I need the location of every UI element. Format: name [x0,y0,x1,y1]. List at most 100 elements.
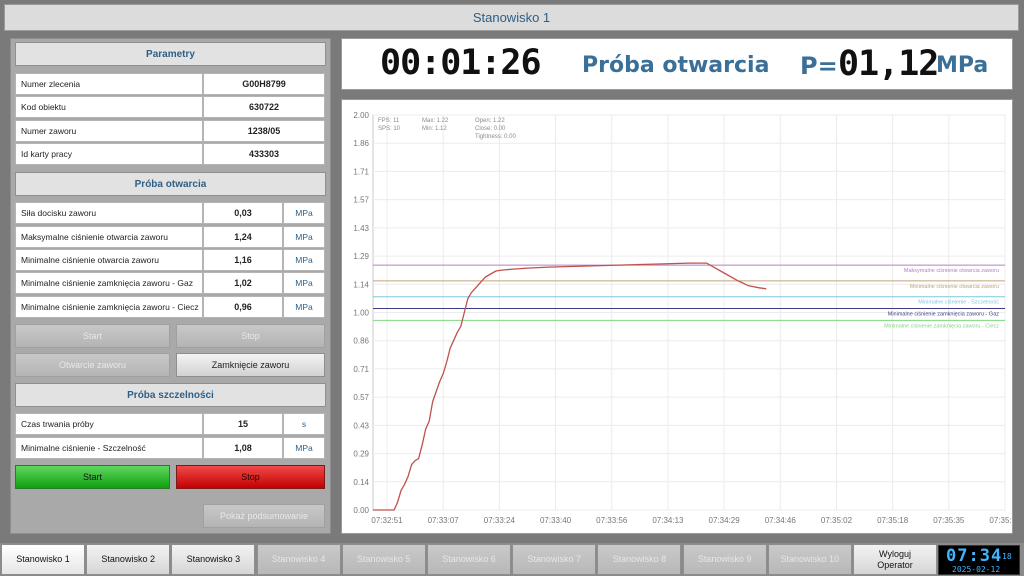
tab-stanowisko-3[interactable]: Stanowisko 3 [171,544,256,575]
open-test-row: Siła docisku zaworu 0,03 MPa [15,202,325,224]
tight-test-label: Minimalne ciśnienie - Szczelność [15,437,203,459]
window-title: Stanowisko 1 [4,4,1019,31]
tight-test-unit: MPa [283,437,325,459]
params-row: Kod obiektu 630722 [15,96,325,118]
open-test-value: 1,24 [203,226,283,248]
param-label: Numer zlecenia [15,73,203,95]
x-tick-label: 07:33:56 [596,516,628,525]
param-value: G00H8799 [203,73,325,95]
logout-button[interactable]: Wyloguj Operator [853,544,937,575]
params-row: Numer zlecenia G00H8799 [15,73,325,95]
y-tick-label: 2.00 [353,111,369,120]
params-header-text: Parametry [146,48,195,60]
y-tick-label: 0.71 [353,365,369,374]
tight-test-header: Próba szczelności [15,383,326,407]
open-test-value: 1,02 [203,272,283,294]
show-summary-button[interactable]: Pokaż podsumowanie [203,504,325,528]
x-tick-label: 07:33:07 [428,516,460,525]
x-tick-label: 07:34:13 [652,516,684,525]
param-label: Kod obiektu [15,96,203,118]
threshold-label: Minimalne ciśnienie zamknięcia zaworu - … [884,323,999,329]
tab-stanowisko-6[interactable]: Stanowisko 6 [427,544,511,575]
open-test-value: 0,03 [203,202,283,224]
clock-seconds: 18 [1002,552,1012,561]
clock-time: 07:34 [946,546,1003,566]
stat-close: Close: 0.00 [475,126,506,132]
tab-stanowisko-9[interactable]: Stanowisko 9 [682,544,767,575]
open-test-unit: MPa [283,249,325,271]
tight-test-stop-button[interactable]: Stop [176,465,325,489]
param-label: Numer zaworu [15,120,203,142]
y-tick-label: 1.86 [353,139,369,148]
tab-stanowisko-8[interactable]: Stanowisko 8 [597,544,682,575]
tab-stanowisko-4[interactable]: Stanowisko 4 [256,544,341,575]
stat-sps: SPS: 10 [378,126,401,132]
y-tick-label: 0.14 [353,478,369,487]
open-test-label: Maksymalne ciśnienie otwarcia zaworu [15,226,203,248]
y-tick-label: 0.86 [353,337,369,346]
y-axis-ticks: 0.00 0.14 0.29 0.43 0.57 0.71 0.86 1.00 1.14 1.29… [353,111,369,515]
threshold-label: Maksymalne ciśnienie otwarcia zaworu [904,268,999,274]
stat-min: Min: 1.12 [422,126,447,132]
window-title-text: Stanowisko 1 [472,10,551,25]
pressure-chart-svg: Maksymalne ciśnienie otwarcia zaworu Mini… [353,111,1012,525]
tight-test-start-button[interactable]: Start [15,465,170,489]
x-tick-label: 07:32:51 [371,516,403,525]
y-tick-label: 1.00 [353,309,369,318]
x-tick-label: 07:35:02 [821,516,853,525]
open-test-unit: MPa [283,202,325,224]
param-value: 433303 [203,143,325,165]
param-label: Id karty pracy [15,143,203,165]
y-tick-label: 0.43 [353,421,369,430]
logout-line1: Wyloguj [879,548,911,559]
y-tick-label: 0.00 [353,506,369,515]
open-test-start-button[interactable]: Start [15,324,170,348]
x-tick-label: 07:33:40 [540,516,572,525]
open-test-row: Minimalne ciśnienie zamknięcia zaworu - … [15,296,325,318]
open-test-header-text: Próba otwarcia [134,178,207,190]
tab-stanowisko-1[interactable]: Stanowisko 1 [1,544,85,575]
pressure-label: P= [800,52,838,80]
status-panel: 00:01:26 Próba otwarcia P= 01,12 MPa [341,38,1013,90]
open-test-stop-button[interactable]: Stop [176,324,325,348]
pressure-unit: MPa [936,53,989,78]
x-tick-label: 07:33:24 [484,516,516,525]
tight-test-value: 1,08 [203,437,283,459]
pressure-chart: Maksymalne ciśnienie otwarcia zaworu Mini… [341,99,1013,534]
tab-stanowisko-2[interactable]: Stanowisko 2 [86,544,171,575]
open-test-unit: MPa [283,272,325,294]
close-valve-button[interactable]: Zamknięcie zaworu [176,353,325,377]
y-tick-label: 1.57 [353,196,369,205]
open-test-label: Minimalne ciśnienie otwarcia zaworu [15,249,203,271]
pressure-value: 01,12 [838,44,939,84]
stat-open: Open: 1.22 [475,118,505,124]
open-test-label: Minimalne ciśnienie zamknięcia zaworu - … [15,296,203,318]
open-test-row: Minimalne ciśnienie zamknięcia zaworu - … [15,272,325,294]
x-tick-label: 07:35:18 [877,516,909,525]
test-mode: Próba otwarcia [582,53,770,78]
open-test-label: Minimalne ciśnienie zamknięcia zaworu - … [15,272,203,294]
threshold-label: Minimalne ciśnienie - Szczelność [918,300,999,306]
open-test-header: Próba otwarcia [15,172,326,196]
y-tick-label: 0.29 [353,450,369,459]
tight-test-value: 15 [203,413,283,435]
test-timer: 00:01:26 [380,43,542,83]
tab-stanowisko-10[interactable]: Stanowisko 10 [767,544,852,575]
tab-stanowisko-7[interactable]: Stanowisko 7 [512,544,597,575]
x-tick-label: 07:34:46 [765,516,797,525]
param-value: 1238/05 [203,120,325,142]
y-tick-label: 1.43 [353,224,369,233]
x-tick-label: 07:35:51 [989,516,1012,525]
tab-stanowisko-5[interactable]: Stanowisko 5 [341,544,426,575]
x-axis-ticks: 07:32:51 07:33:07 07:33:24 07:33:40 07:33:56… [371,516,1012,525]
open-valve-button[interactable]: Otwarcie zaworu [15,353,170,377]
y-tick-label: 1.71 [353,167,369,176]
logout-line2: Operator [877,559,913,570]
open-test-value: 1,16 [203,249,283,271]
y-tick-label: 1.29 [353,252,369,261]
open-test-row: Minimalne ciśnienie otwarcia zaworu 1,16… [15,249,325,271]
clock-date: 2025-02-12 [952,565,1001,574]
digital-clock: 07:34 18 2025-02-12 [938,545,1020,575]
open-test-label: Siła docisku zaworu [15,202,203,224]
x-tick-label: 07:34:29 [709,516,741,525]
